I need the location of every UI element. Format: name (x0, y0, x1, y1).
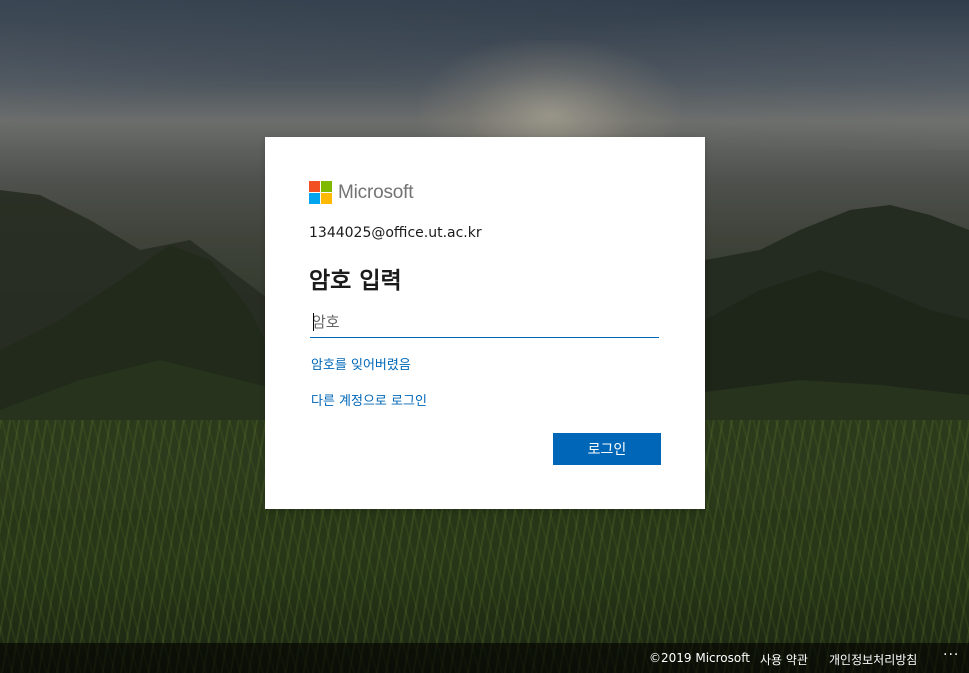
microsoft-logo: Microsoft (309, 181, 413, 204)
sign-in-button[interactable]: 로그인 (553, 433, 661, 465)
password-field-container (310, 307, 663, 338)
sign-in-page: Microsoft 1344025@office.ut.ac.kr 암호 입력 … (0, 0, 969, 673)
logo-square-red (309, 181, 320, 192)
more-options-icon[interactable]: ··· (943, 647, 959, 663)
password-input[interactable] (310, 307, 663, 337)
footer-bar: ©2019 Microsoft 사용 약관 개인정보처리방침 ··· (0, 643, 969, 673)
page-title: 암호 입력 (309, 268, 402, 294)
logo-square-yellow (321, 193, 332, 204)
footer-terms-link[interactable]: 사용 약관 (760, 651, 808, 668)
logo-square-blue (309, 193, 320, 204)
footer-copyright: ©2019 Microsoft (649, 651, 750, 665)
text-caret (313, 313, 314, 331)
sign-in-card: Microsoft 1344025@office.ut.ac.kr 암호 입력 … (265, 137, 705, 509)
forgot-password-link[interactable]: 암호를 잊어버렸음 (311, 354, 411, 373)
account-email: 1344025@office.ut.ac.kr (309, 225, 482, 241)
footer-privacy-link[interactable]: 개인정보처리방침 (829, 651, 917, 668)
logo-square-green (321, 181, 332, 192)
microsoft-logo-icon (309, 181, 332, 204)
sign-in-other-account-link[interactable]: 다른 계정으로 로그인 (311, 390, 427, 409)
microsoft-logo-text: Microsoft (338, 181, 414, 203)
